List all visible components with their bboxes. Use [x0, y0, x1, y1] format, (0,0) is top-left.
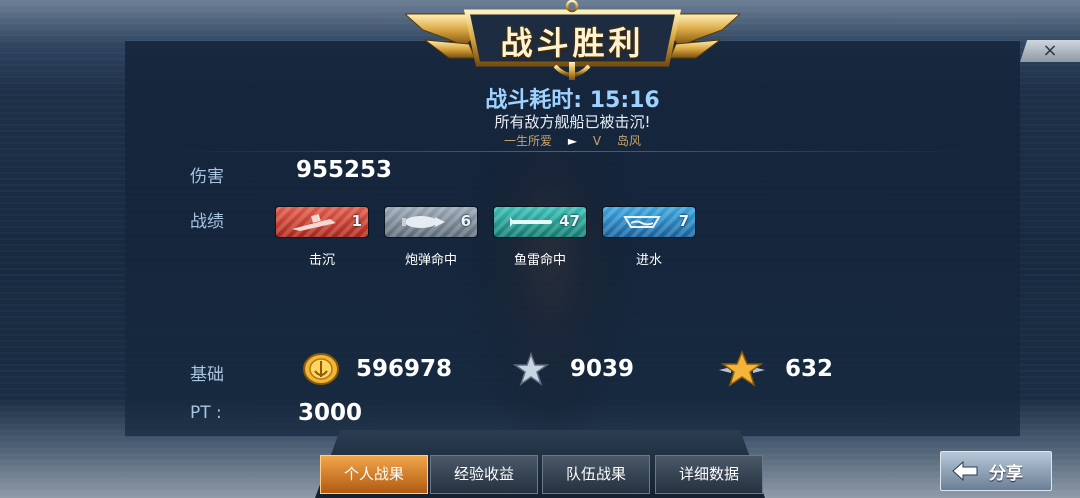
pt-value: 3000 — [298, 400, 363, 426]
badge-shell-hits[interactable]: 6 — [385, 207, 477, 237]
record-label: 战绩 — [190, 212, 224, 232]
share-label: 分享 — [989, 464, 1023, 484]
torpedo-icon — [510, 217, 552, 227]
close-icon: × — [1042, 40, 1058, 61]
enemy-name: 岛风 — [616, 134, 641, 148]
battle-duration: 战斗耗时: 15:16 — [485, 88, 660, 113]
badge-torpedo-hits[interactable]: 47 — [494, 207, 586, 237]
tab-experience[interactable]: 经验收益 — [430, 455, 538, 494]
tab-personal-results[interactable]: 个人战果 — [320, 455, 428, 494]
share-arrow-icon — [952, 460, 978, 482]
gold-star-reward: 632 — [785, 356, 834, 382]
pt-label: PT : — [190, 403, 222, 423]
tab-team-results[interactable]: 队伍战果 — [542, 455, 650, 494]
gold-star-icon — [719, 350, 765, 387]
flood-count: 7 — [678, 212, 689, 230]
silver-star-reward: 9039 — [570, 356, 635, 382]
sink-count: 1 — [351, 212, 362, 230]
flood-icon — [623, 216, 661, 228]
header-divider — [170, 151, 970, 152]
torpedo-hit-caption: 鱼雷命中 — [513, 253, 566, 268]
versus-line: 一生所爱 ► V 岛风 — [440, 132, 705, 149]
sink-ship-icon — [292, 214, 336, 231]
shell-hit-caption: 炮弹命中 — [404, 253, 457, 268]
damage-label: 伤害 — [190, 167, 224, 187]
sink-caption: 击沉 — [308, 253, 335, 268]
shell-icon — [402, 216, 445, 228]
damage-value: 955253 — [296, 157, 393, 183]
coin-reward: 596978 — [356, 356, 453, 382]
badge-flooding[interactable]: 7 — [603, 207, 695, 237]
arrow-icon: ► — [567, 134, 578, 148]
share-button[interactable]: 分享 — [940, 451, 1052, 491]
silver-star-icon — [513, 352, 549, 386]
victory-title: 战斗胜利 — [500, 24, 645, 62]
shell-hit-count: 6 — [460, 212, 471, 230]
player-name: 一生所爱 — [504, 134, 553, 148]
tab-detailed-data[interactable]: 详细数据 — [655, 455, 763, 494]
gold-coin-icon — [303, 353, 339, 385]
battle-result-message: 所有敌方舰船已被击沉! — [494, 113, 651, 131]
base-label: 基础 — [190, 365, 224, 385]
badge-sink[interactable]: 1 — [276, 207, 368, 237]
torpedo-hit-count: 47 — [559, 212, 580, 230]
close-button[interactable]: × — [1020, 40, 1080, 62]
flood-caption: 进水 — [635, 253, 662, 268]
versus-label: V — [592, 134, 602, 148]
